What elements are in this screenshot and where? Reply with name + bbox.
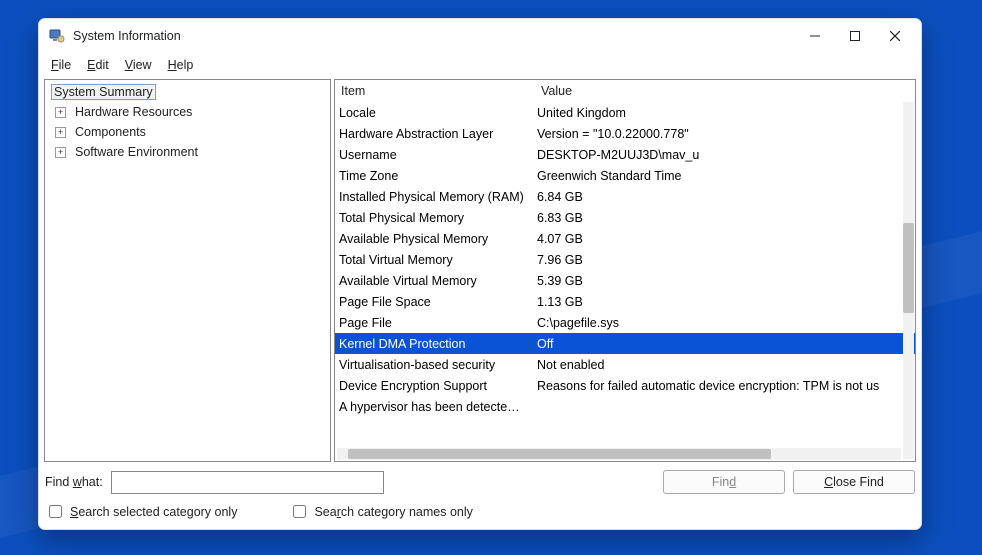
close-button[interactable]: [875, 22, 915, 50]
cell-item: Time Zone: [335, 169, 535, 183]
table-row[interactable]: Hardware Abstraction LayerVersion = "10.…: [335, 123, 915, 144]
table-row[interactable]: A hypervisor has been detecte…: [335, 396, 915, 417]
horizontal-scrollbar[interactable]: [337, 448, 901, 460]
table-row[interactable]: Installed Physical Memory (RAM)6.84 GB: [335, 186, 915, 207]
table-row[interactable]: Total Virtual Memory7.96 GB: [335, 249, 915, 270]
close-find-button[interactable]: Close Find: [793, 470, 915, 494]
titlebar[interactable]: System Information: [39, 19, 921, 53]
menu-help[interactable]: Help: [160, 55, 202, 75]
expand-icon[interactable]: +: [55, 107, 66, 118]
cell-value: Not enabled: [535, 358, 915, 372]
minimize-button[interactable]: [795, 22, 835, 50]
menu-bar: File Edit View Help: [39, 53, 921, 77]
cell-item: Username: [335, 148, 535, 162]
expand-icon[interactable]: +: [55, 127, 66, 138]
maximize-button[interactable]: [835, 22, 875, 50]
table-row[interactable]: Kernel DMA ProtectionOff: [335, 333, 915, 354]
menu-view[interactable]: View: [117, 55, 160, 75]
table-row[interactable]: UsernameDESKTOP-M2UUJ3D\mav_u: [335, 144, 915, 165]
tree-item[interactable]: + Hardware Resources: [45, 102, 330, 122]
system-information-window: System Information File Edit View Help S…: [38, 18, 922, 530]
vertical-scrollbar[interactable]: [903, 102, 914, 459]
tree-item-label: Hardware Resources: [72, 105, 195, 119]
tree-item[interactable]: + Components: [45, 122, 330, 142]
search-category-names-only-checkbox[interactable]: Search category names only: [289, 502, 472, 521]
category-tree[interactable]: System Summary + Hardware Resources + Compo…: [44, 79, 331, 462]
column-item[interactable]: Item: [335, 80, 535, 102]
find-button[interactable]: Find: [663, 470, 785, 494]
cell-item: Page File Space: [335, 295, 535, 309]
tree-item-label: Software Environment: [72, 145, 201, 159]
table-row[interactable]: Time ZoneGreenwich Standard Time: [335, 165, 915, 186]
cell-value: 1.13 GB: [535, 295, 915, 309]
scroll-thumb[interactable]: [348, 449, 771, 459]
cell-item: Total Physical Memory: [335, 211, 535, 225]
table-row[interactable]: Device Encryption SupportReasons for fai…: [335, 375, 915, 396]
cell-value: Reasons for failed automatic device encr…: [535, 379, 915, 393]
table-row[interactable]: Page File Space1.13 GB: [335, 291, 915, 312]
table-header[interactable]: Item Value: [335, 80, 915, 102]
cell-value: Greenwich Standard Time: [535, 169, 915, 183]
cell-item: Page File: [335, 316, 535, 330]
cell-value: 7.96 GB: [535, 253, 915, 267]
cell-item: Total Virtual Memory: [335, 253, 535, 267]
cell-value: Version = "10.0.22000.778": [535, 127, 915, 141]
menu-file[interactable]: File: [43, 55, 79, 75]
cell-value: 6.83 GB: [535, 211, 915, 225]
search-panel: Find what: Find Close Find Search select…: [39, 466, 921, 529]
search-selected-only-checkbox[interactable]: Search selected category only: [45, 502, 237, 521]
cell-item: Kernel DMA Protection: [335, 337, 535, 351]
menu-edit[interactable]: Edit: [79, 55, 117, 75]
window-title: System Information: [73, 29, 795, 43]
column-value[interactable]: Value: [535, 80, 915, 102]
info-table[interactable]: Item Value LocaleUnited KingdomHardware …: [334, 79, 916, 462]
table-row[interactable]: LocaleUnited Kingdom: [335, 102, 915, 123]
find-what-label: Find what:: [45, 475, 103, 489]
table-row[interactable]: Available Physical Memory4.07 GB: [335, 228, 915, 249]
cell-value: C:\pagefile.sys: [535, 316, 915, 330]
cell-value: 6.84 GB: [535, 190, 915, 204]
cell-item: Installed Physical Memory (RAM): [335, 190, 535, 204]
cell-item: Virtualisation-based security: [335, 358, 535, 372]
table-row[interactable]: Page FileC:\pagefile.sys: [335, 312, 915, 333]
cell-item: Locale: [335, 106, 535, 120]
cell-value: Off: [535, 337, 915, 351]
scroll-thumb[interactable]: [903, 223, 914, 312]
tree-system-summary[interactable]: System Summary: [45, 82, 330, 102]
cell-value: 5.39 GB: [535, 274, 915, 288]
cell-item: Device Encryption Support: [335, 379, 535, 393]
cell-item: Available Virtual Memory: [335, 274, 535, 288]
tree-item-label: Components: [72, 125, 149, 139]
cell-item: A hypervisor has been detecte…: [335, 400, 535, 414]
cell-item: Hardware Abstraction Layer: [335, 127, 535, 141]
cell-value: 4.07 GB: [535, 232, 915, 246]
cell-value: DESKTOP-M2UUJ3D\mav_u: [535, 148, 915, 162]
table-row[interactable]: Virtualisation-based securityNot enabled: [335, 354, 915, 375]
app-icon: [49, 28, 65, 44]
find-input[interactable]: [111, 471, 384, 494]
cell-item: Available Physical Memory: [335, 232, 535, 246]
cell-value: United Kingdom: [535, 106, 915, 120]
table-row[interactable]: Total Physical Memory6.83 GB: [335, 207, 915, 228]
expand-icon[interactable]: +: [55, 147, 66, 158]
tree-item[interactable]: + Software Environment: [45, 142, 330, 162]
table-row[interactable]: Available Virtual Memory5.39 GB: [335, 270, 915, 291]
